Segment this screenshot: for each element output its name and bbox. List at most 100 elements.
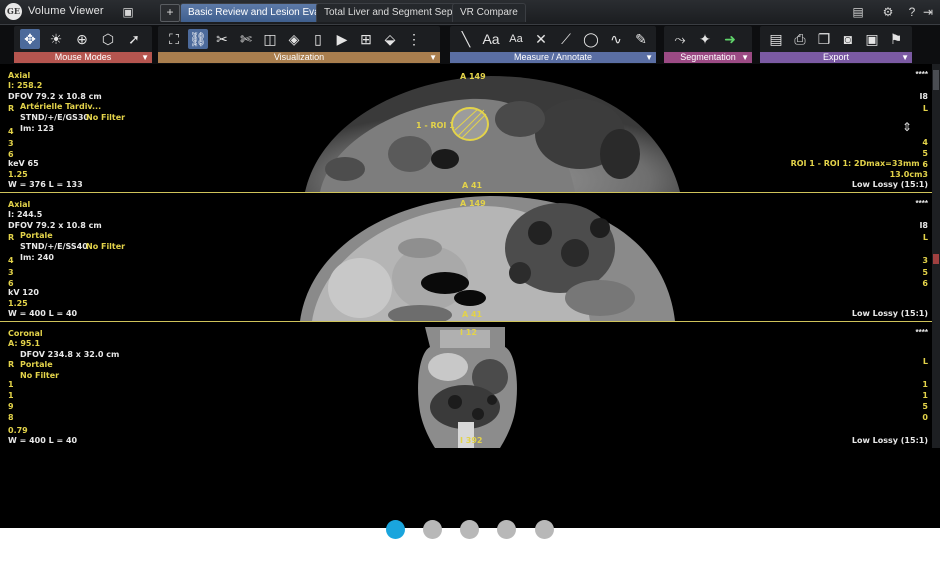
page-dot-5[interactable] — [535, 520, 554, 539]
visualization-group: ⛶ ⛓ ✂ ✄ ◫ ◈ ▯ ▶ ⊞ ⬙ ⋮ Visualization ▼ — [158, 26, 440, 63]
exit-icon[interactable]: ⇥ — [920, 4, 936, 20]
image-number: Im: 123 — [20, 124, 54, 133]
settings-icon[interactable]: ⚙ — [880, 4, 896, 20]
page-dot-2[interactable] — [423, 520, 442, 539]
app-title: Volume Viewer — [28, 5, 104, 17]
rotate-3d-icon[interactable]: ⬡ — [98, 29, 118, 49]
ellipse-roi-icon[interactable]: ◯ — [581, 29, 601, 49]
volume-icon[interactable]: ◈ — [284, 29, 304, 49]
film-icon[interactable]: ▶ — [332, 29, 352, 49]
segment-export-icon[interactable]: ➜ — [720, 29, 740, 49]
mouse-modes-group: ✥ ☀ ⊕ ⬡ ➚ Mouse Modes ▼ — [14, 26, 152, 63]
segmentation-group: ⤳ ✦ ➜ Segmentation ▼ — [664, 26, 752, 63]
ruler-icon[interactable]: ╲ — [456, 29, 476, 49]
wand-icon[interactable]: ✦ — [695, 29, 715, 49]
cube-icon[interactable]: ◫ — [260, 29, 280, 49]
orientation-label: Axial — [8, 71, 31, 80]
page-dot-3[interactable] — [460, 520, 479, 539]
cut-plane-icon[interactable]: ✂ — [212, 29, 232, 49]
segmentation-label[interactable]: Segmentation ▼ — [664, 52, 752, 63]
compression-label: Low Lossy (15:1) — [851, 436, 928, 445]
series-kernel: STND/+/E/GS30 — [20, 113, 89, 122]
mouse-modes-label[interactable]: Mouse Modes ▼ — [14, 52, 152, 63]
page-dot-1[interactable] — [386, 520, 405, 539]
cross-icon[interactable]: ✕ — [531, 29, 551, 49]
chevron-down-icon[interactable]: ▼ — [429, 52, 437, 63]
right-scale-digit: 1 — [922, 391, 928, 400]
visualization-label[interactable]: Visualization ▼ — [158, 52, 440, 63]
stars-indicator: **** — [915, 70, 928, 79]
text-annotation-icon[interactable]: Aa — [481, 29, 501, 49]
viewport-coronal[interactable]: I 12 I 392 **** Coronal A: 95.1 DFOV 234… — [0, 322, 932, 448]
print-icon[interactable]: ⎙ — [790, 29, 810, 49]
book-icon[interactable]: ▯ — [308, 29, 328, 49]
stars-indicator: **** — [915, 328, 928, 337]
help-icon[interactable]: ? — [904, 4, 920, 20]
right-scale-label: I8 — [919, 221, 928, 230]
scale-digit: 1 — [8, 391, 14, 400]
dfov-label: DFOV 79.2 x 10.8 cm — [8, 221, 102, 230]
window-level: W = 400 L = 40 — [8, 436, 78, 445]
curve-icon[interactable]: ∿ — [606, 29, 626, 49]
bottom-orientation-marker: I 392 — [460, 436, 483, 445]
line-icon[interactable]: ⟋ — [556, 29, 576, 49]
run-icon[interactable]: ⚑ — [886, 29, 906, 49]
monitor-layout-icon[interactable]: ▣ — [120, 4, 136, 20]
pointer-icon[interactable]: ➚ — [124, 29, 144, 49]
stars-indicator: **** — [915, 199, 928, 208]
text-edit-icon[interactable]: Aa — [506, 29, 526, 49]
fit-view-icon[interactable]: ⛶ — [164, 29, 184, 49]
carousel-pagination — [0, 520, 940, 540]
slice-position: I: 244.5 — [8, 210, 43, 219]
window-level: W = 400 L = 40 — [8, 309, 78, 318]
coronal-scan-image[interactable] — [0, 322, 932, 448]
right-scale-digit: 1 — [922, 380, 928, 389]
filter-label: No Filter — [86, 113, 126, 122]
scale-digit: 3 — [8, 139, 14, 148]
right-scale-label: I8 — [919, 92, 928, 101]
volume-viewer-app: GE Volume Viewer ▣ + Basic Review and Le… — [0, 0, 940, 528]
viewport-axial-1[interactable]: A 149 A 41 1 - ROI 1 **** Axial I: 258.2… — [0, 64, 932, 192]
filter-label: No Filter — [20, 371, 60, 380]
zoom-icon[interactable]: ⊕ — [72, 29, 92, 49]
tab-vr-compare[interactable]: VR Compare — [452, 3, 526, 22]
series-name: Artérielle Tardiv... — [20, 102, 102, 111]
viewport-axial-2[interactable]: A 149 A 41 **** Axial I: 244.5 DFOV 79.2… — [0, 193, 932, 321]
add-tab-button[interactable]: + — [160, 4, 180, 22]
chevron-down-icon[interactable]: ▼ — [645, 52, 653, 63]
chevron-down-icon[interactable]: ▼ — [901, 52, 909, 63]
right-scale-digit: 0 — [922, 413, 928, 422]
monitor-icon[interactable]: ▤ — [850, 4, 866, 20]
axial-scan-image-1[interactable] — [0, 64, 932, 192]
roi-label[interactable]: 1 - ROI 1 — [416, 121, 455, 130]
scrollbar-thumb[interactable] — [933, 70, 939, 90]
camera-icon[interactable]: ◙ — [838, 29, 858, 49]
filter-label: No Filter — [86, 242, 126, 251]
landmark-icon[interactable]: ⋮ — [404, 29, 424, 49]
report-icon[interactable]: ▤ — [766, 29, 786, 49]
cut-oblique-icon[interactable]: ✄ — [236, 29, 256, 49]
link-icon[interactable]: ⛓ — [188, 29, 208, 49]
side-marker-l: L — [922, 357, 928, 366]
save-icon[interactable]: ▣ — [862, 29, 882, 49]
freehand-roi-icon[interactable]: ✎ — [631, 29, 651, 49]
copy-icon[interactable]: ❐ — [814, 29, 834, 49]
move-icon[interactable]: ✥ — [20, 29, 40, 49]
measure-annotate-label[interactable]: Measure / Annotate ▼ — [450, 52, 656, 63]
brightness-icon[interactable]: ☀ — [46, 29, 66, 49]
scale-digit: 9 — [8, 402, 14, 411]
layout-icon[interactable]: ⊞ — [356, 29, 376, 49]
compression-label: Low Lossy (15:1) — [851, 309, 928, 318]
paint-bucket-icon[interactable]: ⬙ — [380, 29, 400, 49]
export-label[interactable]: Export ▼ — [760, 52, 912, 63]
chevron-down-icon[interactable]: ▼ — [141, 52, 149, 63]
series-name: Portale — [20, 360, 53, 369]
scale-digit: 3 — [8, 268, 14, 277]
lasso-icon[interactable]: ⤳ — [670, 29, 690, 49]
axial-scan-image-2[interactable] — [0, 193, 932, 321]
chevron-down-icon[interactable]: ▼ — [741, 52, 749, 63]
thickness-label: 0.79 — [8, 426, 28, 435]
viewport-scrollbar[interactable] — [932, 64, 940, 448]
page-dot-4[interactable] — [497, 520, 516, 539]
scale-digit: 4 — [8, 256, 14, 265]
